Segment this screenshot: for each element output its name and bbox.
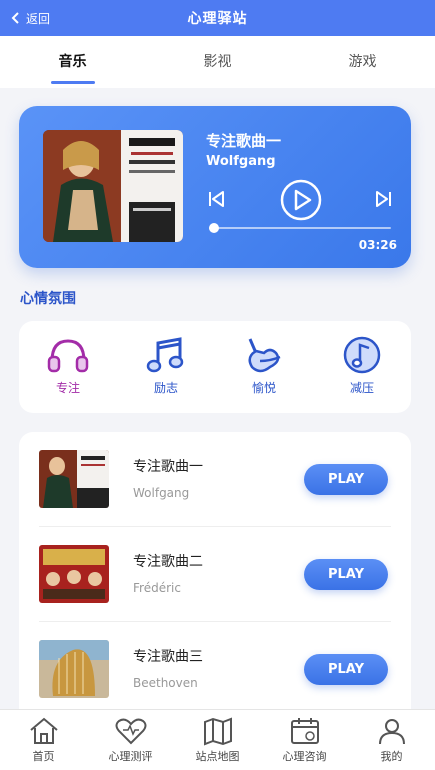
play-button[interactable]: PLAY bbox=[304, 559, 388, 590]
song-title: 专注歌曲一 bbox=[133, 459, 203, 475]
now-playing-card: 专注歌曲一 Wolfgang 03:26 bbox=[19, 106, 411, 268]
now-playing-artist: Wolfgang bbox=[206, 154, 276, 169]
song-title: 专注歌曲二 bbox=[133, 554, 203, 570]
map-icon bbox=[203, 717, 232, 746]
category-tabs: 音乐 影视 游戏 bbox=[0, 36, 435, 88]
mood-label: 励志 bbox=[153, 381, 178, 395]
headphones-icon bbox=[47, 339, 89, 373]
nav-label: 我的 bbox=[380, 750, 403, 763]
nav-label: 心理咨询 bbox=[282, 750, 327, 763]
song-title: 专注歌曲三 bbox=[133, 649, 203, 665]
next-button[interactable] bbox=[373, 188, 395, 210]
home-icon bbox=[29, 717, 58, 744]
tab-games[interactable]: 游戏 bbox=[290, 36, 435, 88]
progress-handle[interactable] bbox=[208, 223, 219, 233]
track-time: 03:26 bbox=[358, 238, 397, 252]
skip-back-icon bbox=[209, 191, 224, 207]
music-note-icon bbox=[146, 337, 184, 373]
album-cover bbox=[43, 130, 183, 242]
song-thumbnail bbox=[39, 450, 109, 508]
now-playing-title: 专注歌曲一 bbox=[206, 132, 282, 150]
mood-label: 减压 bbox=[349, 381, 374, 395]
play-button[interactable]: PLAY bbox=[304, 654, 388, 685]
play-icon bbox=[280, 179, 322, 221]
nav-item-consult[interactable]: 心理咨询 bbox=[261, 710, 348, 770]
user-icon bbox=[378, 719, 405, 745]
guitar-icon bbox=[248, 338, 281, 373]
mood-section-title: 心情氛围 bbox=[20, 291, 76, 307]
play-pause-button[interactable] bbox=[279, 178, 323, 222]
mood-item-joy[interactable]: 愉悦 bbox=[215, 321, 313, 413]
skip-forward-icon bbox=[376, 191, 391, 207]
mood-label: 愉悦 bbox=[251, 381, 276, 395]
heart-icon bbox=[115, 718, 146, 745]
mood-item-inspire[interactable]: 励志 bbox=[117, 321, 215, 413]
list-item[interactable]: 专注歌曲三 Beethoven PLAY bbox=[19, 622, 411, 717]
mood-item-relax[interactable]: 减压 bbox=[313, 321, 411, 413]
song-thumbnail bbox=[39, 545, 109, 603]
nav-label: 心理测评 bbox=[108, 750, 153, 763]
mood-item-focus[interactable]: 专注 bbox=[19, 321, 117, 413]
progress-bar[interactable] bbox=[209, 227, 391, 229]
song-artist: Beethoven bbox=[133, 676, 198, 690]
top-bar: 返回 心理驿站 bbox=[0, 0, 435, 36]
calendar-icon bbox=[290, 718, 319, 744]
nav-item-map[interactable]: 站点地图 bbox=[174, 710, 261, 770]
back-button[interactable]: 返回 bbox=[10, 0, 50, 36]
song-thumbnail bbox=[39, 640, 109, 698]
chevron-left-icon bbox=[11, 12, 19, 24]
mood-selector: 专注 励志 愉悦 减压 bbox=[19, 321, 411, 413]
nav-item-home[interactable]: 首页 bbox=[0, 710, 87, 770]
back-label: 返回 bbox=[26, 11, 51, 26]
song-artist: Wolfgang bbox=[133, 486, 190, 500]
list-item[interactable]: 专注歌曲二 Frédéric PLAY bbox=[19, 527, 411, 622]
previous-button[interactable] bbox=[205, 188, 227, 210]
song-list: 专注歌曲一 Wolfgang PLAY 专注歌曲二 Frédéric PLAY bbox=[19, 432, 411, 732]
bottom-navigation: 首页 心理测评 站点地图 心理咨询 我的 bbox=[0, 709, 435, 770]
play-button[interactable]: PLAY bbox=[304, 464, 388, 495]
nav-item-assessment[interactable]: 心理测评 bbox=[87, 710, 174, 770]
song-artist: Frédéric bbox=[133, 581, 181, 595]
tab-video[interactable]: 影视 bbox=[145, 36, 290, 88]
list-item[interactable]: 专注歌曲一 Wolfgang PLAY bbox=[19, 432, 411, 527]
nav-item-profile[interactable]: 我的 bbox=[348, 710, 435, 770]
mood-label: 专注 bbox=[55, 381, 80, 395]
page-title: 心理驿站 bbox=[187, 11, 248, 27]
nav-label: 站点地图 bbox=[195, 750, 240, 763]
tab-music[interactable]: 音乐 bbox=[0, 36, 145, 88]
note-circle-icon bbox=[343, 336, 381, 374]
nav-label: 首页 bbox=[32, 750, 55, 763]
